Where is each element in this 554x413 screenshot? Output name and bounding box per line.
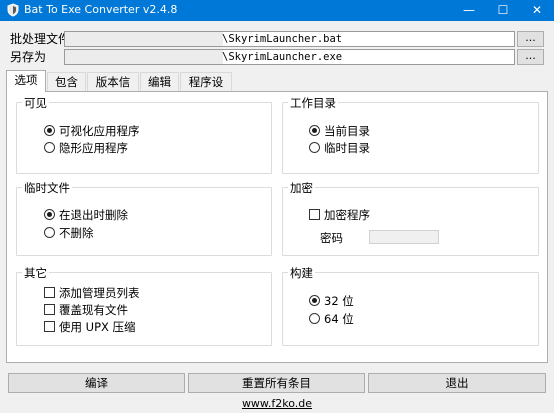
save-as-input[interactable]: \SkyrimLauncher.exe — [64, 49, 515, 65]
redacted-path — [65, 50, 223, 64]
workdir-group-title: 工作目录 — [288, 96, 338, 110]
visibility-group — [16, 102, 272, 174]
maximize-icon[interactable]: ☐ — [486, 0, 520, 21]
window-title: Bat To Exe Converter v2.4.8 — [24, 3, 178, 16]
temp-dir-radio[interactable]: 临时目录 — [309, 141, 370, 155]
radio-label: 在退出时删除 — [59, 208, 128, 222]
build-32bit-radio[interactable]: 32 位 — [309, 294, 354, 308]
radio-label: 32 位 — [324, 294, 354, 308]
checkbox-label: 使用 UPX 压缩 — [59, 320, 136, 334]
radio-icon — [309, 142, 320, 153]
checkbox-label: 覆盖现有文件 — [59, 303, 128, 317]
tab-options[interactable]: 选项 — [6, 70, 46, 92]
workdir-group — [282, 102, 539, 174]
tab-program-settings[interactable]: 程序设置 — [180, 72, 232, 107]
encryption-group-title: 加密 — [288, 181, 315, 195]
checkbox-icon — [44, 287, 55, 298]
radio-selected-icon — [309, 125, 320, 136]
redacted-path — [65, 32, 223, 46]
website-link[interactable]: www.f2ko.de — [0, 397, 554, 411]
radio-label: 可视化应用程序 — [59, 124, 140, 138]
checkbox-icon — [44, 321, 55, 332]
password-label: 密码 — [320, 231, 343, 245]
batch-file-label: 批处理文件 — [10, 32, 71, 46]
visibility-group-title: 可见 — [22, 96, 49, 110]
tempfiles-group-title: 临时文件 — [22, 181, 72, 195]
build-group-title: 构建 — [288, 266, 315, 280]
invisible-app-radio[interactable]: 隐形应用程序 — [44, 141, 128, 155]
checkbox-label: 添加管理员列表 — [59, 286, 140, 300]
title-bar[interactable]: Bat To Exe Converter v2.4.8 — ☐ ✕ — [0, 0, 554, 21]
checkbox-label: 加密程序 — [324, 208, 370, 222]
overwrite-files-checkbox[interactable]: 覆盖现有文件 — [44, 303, 128, 317]
checkbox-icon — [309, 209, 320, 220]
tab-version-info[interactable]: 版本信息 — [87, 72, 139, 107]
tab-include[interactable]: 包含 — [47, 72, 86, 91]
checkbox-icon — [44, 304, 55, 315]
close-icon[interactable]: ✕ — [520, 0, 554, 21]
reset-all-button[interactable]: 重置所有条目 — [188, 373, 365, 393]
radio-selected-icon — [44, 125, 55, 136]
delete-on-exit-radio[interactable]: 在退出时删除 — [44, 208, 128, 222]
radio-label: 隐形应用程序 — [59, 141, 128, 155]
compile-button[interactable]: 编译 — [8, 373, 185, 393]
build-group — [282, 272, 539, 346]
upx-compress-checkbox[interactable]: 使用 UPX 压缩 — [44, 320, 136, 334]
build-64bit-radio[interactable]: 64 位 — [309, 312, 354, 326]
radio-selected-icon — [309, 295, 320, 306]
radio-icon — [309, 313, 320, 324]
visible-app-radio[interactable]: 可视化应用程序 — [44, 124, 140, 138]
radio-label: 临时目录 — [324, 141, 370, 155]
save-as-browse-button[interactable]: ... — [517, 49, 544, 65]
batch-file-path: \SkyrimLauncher.bat — [222, 33, 343, 45]
encrypt-program-checkbox[interactable]: 加密程序 — [309, 208, 370, 222]
dont-delete-radio[interactable]: 不删除 — [44, 226, 94, 240]
password-input[interactable] — [369, 230, 439, 244]
current-dir-radio[interactable]: 当前目录 — [309, 124, 370, 138]
batch-file-input[interactable]: \SkyrimLauncher.bat — [64, 31, 515, 47]
tab-editor[interactable]: 编辑器 — [140, 72, 179, 107]
radio-selected-icon — [44, 209, 55, 220]
radio-icon — [44, 142, 55, 153]
batch-file-browse-button[interactable]: ... — [517, 31, 544, 47]
radio-label: 不删除 — [59, 226, 94, 240]
minimize-icon[interactable]: — — [452, 0, 486, 21]
save-as-path: \SkyrimLauncher.exe — [222, 51, 343, 63]
save-as-label: 另存为 — [10, 50, 47, 64]
exit-button[interactable]: 退出 — [368, 373, 546, 393]
radio-icon — [44, 227, 55, 238]
radio-label: 64 位 — [324, 312, 354, 326]
add-admin-manifest-checkbox[interactable]: 添加管理员列表 — [44, 286, 140, 300]
radio-label: 当前目录 — [324, 124, 370, 138]
app-shield-icon — [7, 3, 19, 17]
other-group-title: 其它 — [22, 266, 49, 280]
